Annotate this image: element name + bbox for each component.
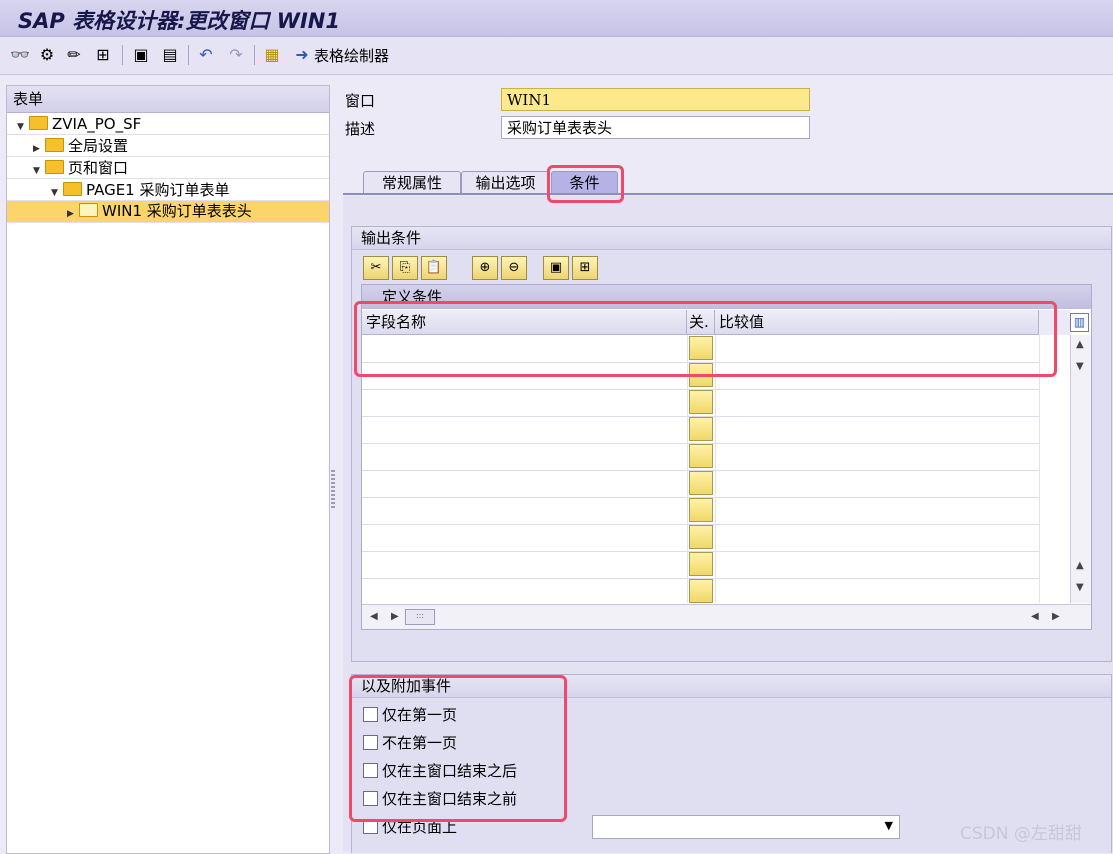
relation-operator-button[interactable] [689,417,713,441]
option-after-main-window-end[interactable]: 仅在主窗口结束之后 [363,760,517,782]
form-painter-button[interactable]: 表格绘制器 [314,45,389,66]
paste-icon[interactable]: 📋 [421,256,447,280]
scroll-down-icon[interactable]: ▼ [1076,361,1084,372]
chevron-down-icon[interactable]: ▼ [33,161,45,182]
tree-header: 表单 [7,86,329,113]
option-only-on-page[interactable]: 仅在页面上 [363,816,457,838]
folder-open-icon [45,160,64,174]
magic-wand-icon[interactable]: ✏ [64,45,84,65]
tab-strip-line [343,193,1113,195]
chevron-right-icon[interactable]: ▶ [67,204,79,225]
table-row[interactable] [362,443,1039,471]
tab-general-attributes[interactable]: 常规属性 [363,171,461,195]
folder-open-icon [63,182,82,196]
cut-icon[interactable]: ✂ [363,256,389,280]
conditions-table: 定义条件 字段名称 关. 比较值 ▥ ▲ ▼ ▲ ▼ ◀ ▶ ::: ◀ ▶ [361,284,1092,630]
checkbox[interactable] [363,763,378,778]
checkbox[interactable] [363,819,378,834]
tab-output-options[interactable]: 输出选项 [461,171,550,195]
table-row[interactable] [362,524,1039,552]
object-hierarchy-icon[interactable]: ⚙ [37,45,57,65]
scroll-up-icon[interactable]: ▲ [1076,339,1084,350]
checkbox[interactable] [363,707,378,722]
events-title: 以及附加事件 [352,675,1111,698]
insert-row-icon[interactable]: ⊕ [472,256,498,280]
checkbox[interactable] [363,735,378,750]
scroll-thumb[interactable]: ::: [405,609,435,625]
table-row[interactable] [362,470,1039,498]
title-bar: SAP 表格设计器:更改窗口 WIN1 [0,0,1113,37]
column-header-compare-value[interactable]: 比较值 [715,310,1039,335]
relation-operator-button[interactable] [689,363,713,387]
tree-item-win1[interactable]: ▶ WIN1 采购订单表表头 [7,201,329,222]
table-row[interactable] [362,389,1039,417]
window-node-icon [79,203,98,217]
description-input[interactable]: 采购订单表表头 [501,116,810,139]
column-header-field-name[interactable]: 字段名称 [362,310,687,335]
copy-icon[interactable]: ⎘ [392,256,418,280]
option-not-first-page[interactable]: 不在第一页 [363,732,457,754]
redo-icon[interactable]: ↷ [226,45,246,65]
description-label: 描述 [345,120,376,138]
form-tree-panel: 表单 ▼ ZVIA_PO_SF ▶ 全局设置 ▼ 页和窗口 ▼ PAGE1 采购订单表单… [6,85,330,854]
column-settings-icon[interactable]: ▥ [1070,313,1089,332]
chevron-down-icon[interactable]: ▼ [17,117,29,138]
page-select[interactable]: ▼ [592,815,900,839]
window-label: 窗口 [345,92,376,110]
arrow-right-icon[interactable]: ➜ [292,45,312,65]
checkbox[interactable] [363,791,378,806]
delete-row-icon[interactable]: ⊖ [501,256,527,280]
table-row[interactable] [362,497,1039,525]
panel-splitter[interactable] [331,470,335,510]
scroll-left-icon[interactable]: ◀ [370,611,378,622]
layout-icon[interactable]: ⊞ [93,45,113,65]
relation-operator-button[interactable] [689,471,713,495]
relation-operator-button[interactable] [689,336,713,360]
table-row[interactable] [362,416,1039,444]
undo-icon[interactable]: ↶ [196,45,216,65]
form-check-icon[interactable]: ▦ [262,45,282,65]
table-vertical-scrollbar[interactable]: ▲ ▼ ▲ ▼ [1070,335,1091,603]
tree-item-page1[interactable]: ▼ PAGE1 采购订单表单 [51,180,230,201]
scroll-right-icon[interactable]: ▶ [1052,611,1060,622]
table-title: 定义条件 [362,285,1091,309]
folder-icon [45,138,64,152]
tree-item-pages-windows[interactable]: ▼ 页和窗口 [33,158,128,179]
tree-item-global-settings[interactable]: ▶ 全局设置 [33,136,128,157]
relation-operator-button[interactable] [689,525,713,549]
window-title: SAP 表格设计器:更改窗口 WIN1 [18,9,340,33]
table-row[interactable] [362,551,1039,579]
relation-operator-button[interactable] [689,579,713,603]
dropdown-arrow-icon[interactable]: ▼ [885,819,893,832]
relation-operator-button[interactable] [689,552,713,576]
table-horizontal-scrollbar[interactable]: ◀ ▶ ::: ◀ ▶ [362,604,1091,629]
field-list-icon[interactable]: ▣ [543,256,569,280]
scroll-up-icon[interactable]: ▲ [1076,560,1084,571]
application-toolbar: 👓 ⚙ ✏ ⊞ ▣ ▤ ↶ ↷ ▦ ➜ 表格绘制器 [0,37,1113,75]
table-row[interactable] [362,362,1039,390]
relation-operator-button[interactable] [689,498,713,522]
folder-open-icon [29,116,48,130]
structure-icon[interactable]: ⊞ [572,256,598,280]
tree-item-form[interactable]: ▼ ZVIA_PO_SF [17,114,141,135]
option-only-first-page[interactable]: 仅在第一页 [363,704,457,726]
table-row[interactable] [362,335,1039,363]
relation-operator-button[interactable] [689,444,713,468]
insert-field-icon[interactable]: ▣ [131,45,151,65]
chevron-right-icon[interactable]: ▶ [33,139,45,160]
option-before-main-window-end[interactable]: 仅在主窗口结束之前 [363,788,517,810]
relation-operator-button[interactable] [689,390,713,414]
tab-conditions[interactable]: 条件 [551,171,618,195]
scroll-down-icon[interactable]: ▼ [1076,582,1084,593]
scroll-left-icon[interactable]: ◀ [1031,611,1039,622]
table-row[interactable] [362,578,1039,606]
glasses-icon[interactable]: 👓 [10,45,30,65]
clipboard-icon[interactable]: ▤ [160,45,180,65]
scroll-right-icon[interactable]: ▶ [391,611,399,622]
watermark: CSDN @左甜甜 [960,824,1082,844]
window-name-input[interactable]: WIN1 [501,88,810,111]
output-conditions-title: 输出条件 [352,227,1111,250]
column-header-relation[interactable]: 关. [687,310,715,335]
